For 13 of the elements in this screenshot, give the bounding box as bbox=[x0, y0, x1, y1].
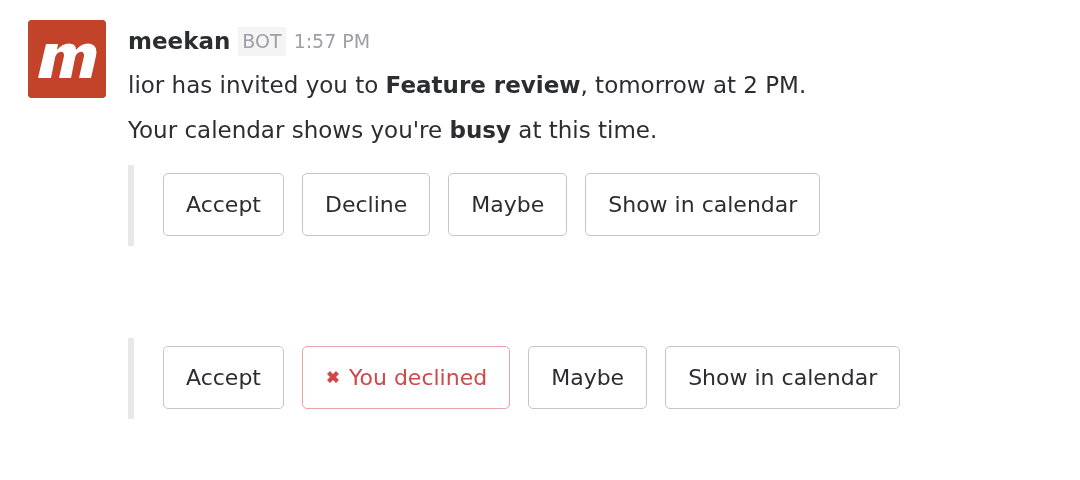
action-button[interactable]: Decline bbox=[302, 172, 431, 236]
message-text: lior has invited you to Feature review, tomorrow at 2 PM. bbox=[128, 70, 808, 100]
cross-icon bbox=[325, 369, 341, 385]
action-button[interactable]: Show in calendar bbox=[585, 172, 821, 236]
message-text: Your calendar shows you're busy at this time. bbox=[128, 115, 659, 145]
action-button[interactable]: Maybe bbox=[528, 345, 648, 409]
declined-button[interactable]: You declined bbox=[302, 345, 511, 409]
action-button[interactable]: Accept bbox=[163, 172, 284, 236]
action-button[interactable]: Show in calendar bbox=[665, 345, 901, 409]
bot-label: BOT bbox=[238, 27, 286, 56]
action-button[interactable]: Accept bbox=[163, 345, 284, 409]
action-button[interactable]: Maybe bbox=[448, 172, 568, 236]
sender-name[interactable]: meekan bbox=[128, 24, 231, 59]
